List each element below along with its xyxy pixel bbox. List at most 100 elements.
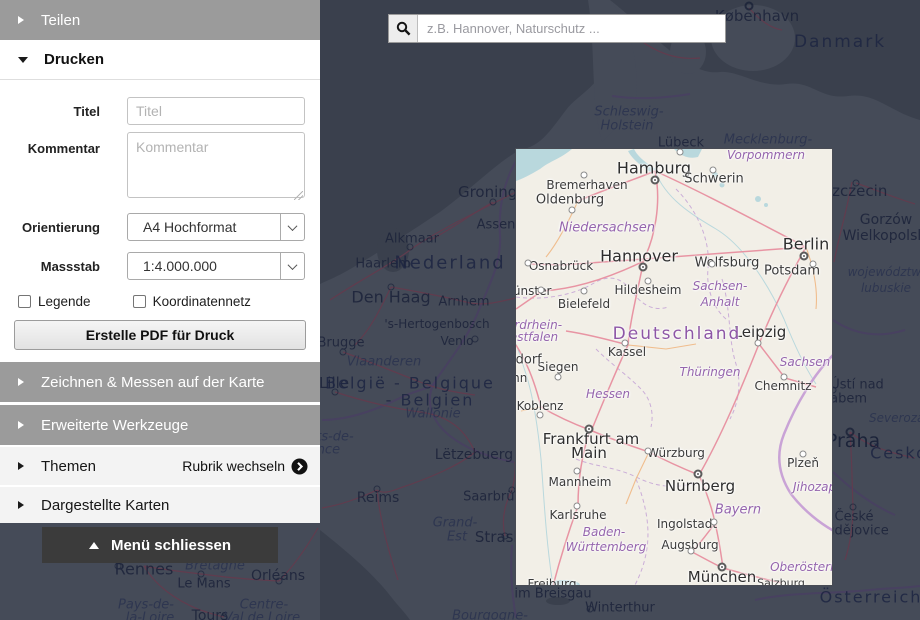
sidebar-item-themen[interactable]: Themen Rubrik wechseln (0, 447, 320, 485)
map-place-dot (651, 176, 660, 185)
section-label: Zeichnen & Messen auf der Karte (41, 374, 264, 391)
chevron-down-icon (288, 221, 298, 231)
map-place-dot (574, 503, 581, 510)
map-label: Bremerhaven (546, 178, 627, 192)
section-label: Themen (41, 458, 96, 475)
map-place-dot (581, 172, 588, 179)
search-input[interactable] (418, 15, 725, 42)
print-form: Titel Kommentar Orientierung A4 Hochform… (0, 80, 320, 350)
map-label: Schwerin (684, 172, 743, 187)
map-label: Mannheim (549, 475, 612, 489)
search-bar (388, 14, 726, 43)
chevron-down-icon (288, 260, 298, 270)
map-label: Berlin (783, 235, 829, 254)
map-label: Siegen (538, 360, 579, 374)
map-place-dot (677, 149, 684, 156)
map-label: Hannover (600, 247, 678, 266)
map-label: Bayern (715, 503, 761, 518)
legend-checkbox[interactable] (18, 295, 31, 308)
menu-close-button[interactable]: Menü schliessen (42, 527, 278, 563)
grid-checkbox[interactable] (133, 295, 146, 308)
map-label: Düsseldorf (515, 353, 542, 368)
sidebar-item-teilen[interactable]: Teilen (0, 0, 320, 40)
map-place-dot (711, 519, 718, 526)
map-place-dot (850, 504, 857, 511)
chevron-right-icon (18, 501, 24, 509)
map-label: Oberösterreich (770, 560, 833, 574)
sidebar-item-dargestellte-karten[interactable]: Dargestellte Karten (0, 487, 320, 523)
map-place-dot (340, 349, 347, 356)
map-label: Westfalen (515, 330, 558, 344)
map-place-dot (645, 448, 652, 455)
sidebar-item-erweiterte-werkzeuge[interactable]: Erweiterte Werkzeuge (0, 405, 320, 445)
map-place-dot (718, 563, 727, 572)
chevron-right-icon (18, 421, 24, 429)
map-label: Würzburg (647, 446, 705, 460)
sidebar-item-drucken[interactable]: Drucken (0, 40, 320, 80)
map-place-dot (221, 614, 228, 620)
map-place-dot (745, 2, 754, 11)
search-icon (389, 15, 418, 42)
section-label: Teilen (41, 12, 80, 29)
map-label: Ingolstadt (657, 517, 717, 531)
map-label: Sachsen (780, 355, 830, 369)
map-label: Jihozapad (793, 480, 833, 494)
resize-grip-icon[interactable] (294, 191, 303, 200)
map-label: Münster (515, 284, 551, 298)
map-place-dot (472, 336, 479, 343)
map-place-dot (332, 389, 339, 396)
rubrik-wechseln-link[interactable]: Rubrik wechseln (182, 458, 285, 474)
chevron-right-icon (18, 378, 24, 386)
map-place-dot (555, 374, 562, 381)
map-place-dot (800, 252, 809, 261)
section-label: Dargestellte Karten (41, 497, 169, 514)
map-label: Wolfsburg (695, 256, 760, 271)
grid-label: Koordinatennetz (153, 294, 251, 309)
title-input[interactable] (127, 97, 305, 125)
map-place-dot (846, 428, 855, 437)
map-place-dot (587, 606, 594, 613)
menu-close-label: Menü schliessen (111, 537, 231, 554)
map-place-dot (622, 340, 629, 347)
map-place-dot (810, 261, 817, 268)
map-label: Hessen (586, 387, 630, 401)
map-label: Bonn (515, 371, 527, 385)
map-place-dot (502, 533, 509, 540)
scale-select[interactable]: 1:4.000.000 (127, 252, 305, 280)
map-place-dot (574, 468, 581, 475)
orientation-select[interactable]: A4 Hochformat (127, 213, 305, 241)
title-row: Titel (0, 97, 320, 125)
map-label: Freiburg (528, 577, 577, 586)
map-place-dot (853, 180, 860, 187)
map-place-dot (639, 263, 648, 272)
sidebar-item-zeichnen-messen[interactable]: Zeichnen & Messen auf der Karte (0, 362, 320, 402)
map-label: Leipzig (734, 323, 787, 341)
map-label: Bielefeld (558, 297, 610, 311)
title-label: Titel (0, 104, 100, 119)
map-place-dot (781, 374, 788, 381)
map-place-dot (115, 563, 122, 570)
map-place-dot (276, 578, 283, 585)
scale-value: 1:4.000.000 (128, 258, 280, 274)
map-label: Nürnberg (665, 477, 735, 495)
map-label: Oldenburg (536, 193, 604, 208)
legend-checkbox-item: Legende (18, 294, 91, 309)
map-place-dot (645, 278, 652, 285)
print-preview-extent: HamburgHannoverBerlinLeipzigNürnbergMünc… (515, 148, 833, 586)
create-pdf-button[interactable]: Erstelle PDF für Druck (14, 320, 306, 350)
map-label: Anhalt (701, 295, 740, 309)
sidebar: Teilen Drucken Titel Kommentar Orientier… (0, 0, 320, 523)
map-label: Deutschland (613, 324, 742, 344)
map-label: Osnabrück (529, 259, 593, 273)
map-place-dot (407, 244, 414, 251)
legend-label: Legende (38, 294, 91, 309)
select-arrow (280, 253, 304, 279)
comment-row: Kommentar (0, 132, 320, 203)
map-label: Karlsruhe (549, 508, 606, 522)
map-label: Plzeň (787, 456, 819, 470)
comment-textarea[interactable] (127, 132, 305, 198)
map-place-dot (388, 284, 395, 291)
map-label: Vorpommern (727, 148, 805, 162)
arrow-right-circle-icon[interactable] (291, 458, 308, 475)
map-label: Main (571, 444, 607, 462)
